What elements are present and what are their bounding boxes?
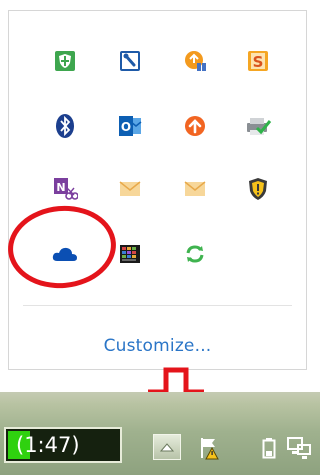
action-center-flag-icon[interactable] — [196, 434, 224, 462]
orange-s-app-icon[interactable]: S — [238, 41, 278, 81]
green-shield-app-icon[interactable] — [45, 41, 85, 81]
mail-envelope-icon[interactable] — [110, 169, 150, 209]
notification-overflow-popup: S O N Customize... — [8, 10, 307, 370]
show-hidden-icons-button[interactable] — [153, 434, 181, 460]
battery-status[interactable]: (1:47) — [4, 427, 122, 463]
svg-text:N: N — [56, 181, 65, 194]
bluetooth-icon[interactable] — [45, 106, 85, 146]
printer-check-icon[interactable] — [238, 106, 278, 146]
battery-icon[interactable] — [255, 434, 283, 462]
network-icon[interactable] — [285, 434, 313, 462]
chevron-up-icon — [160, 443, 174, 452]
green-sync-icon[interactable] — [175, 234, 215, 274]
popup-divider — [23, 305, 292, 306]
orange-update-icon[interactable] — [175, 41, 215, 81]
svg-text:O: O — [121, 120, 131, 134]
wrench-tool-icon[interactable] — [110, 41, 150, 81]
battery-time-text: (1:47) — [16, 433, 80, 457]
orange-upload-icon[interactable] — [175, 106, 215, 146]
onenote-clip-icon[interactable]: N — [45, 169, 85, 209]
customize-link[interactable]: Customize... — [9, 336, 306, 356]
security-warning-shield-icon[interactable] — [238, 169, 278, 209]
mail-envelope-icon-2[interactable] — [175, 169, 215, 209]
graphics-grid-icon[interactable] — [110, 234, 150, 274]
outlook-icon[interactable]: O — [110, 106, 150, 146]
svg-text:S: S — [253, 53, 264, 71]
